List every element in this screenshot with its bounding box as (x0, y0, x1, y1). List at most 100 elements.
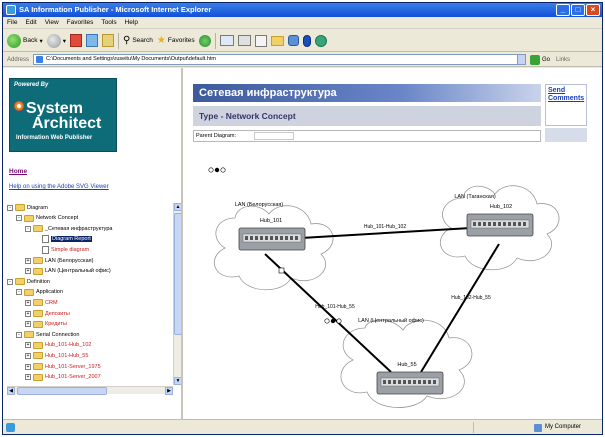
tree-item[interactable]: + LAN (Белорусская) (25, 256, 93, 265)
parent-diagram-row: Parent Diagram: (193, 130, 541, 142)
tree-item[interactable]: + Депозиты (25, 309, 70, 318)
research-icon[interactable] (314, 34, 327, 47)
tree-vertical-scrollbar[interactable]: ▲ ▼ (173, 203, 181, 385)
collapse-icon[interactable]: - (25, 225, 31, 232)
scroll-down-arrow-icon[interactable]: ▼ (174, 377, 181, 385)
close-button[interactable]: × (586, 4, 600, 16)
link-handle[interactable] (278, 267, 285, 274)
tree-item[interactable]: Simple diagram (34, 245, 89, 254)
tree-item[interactable]: - Application (16, 288, 63, 297)
zoom-dot[interactable] (324, 318, 330, 324)
tree-item[interactable]: + Hub_101-Server_1975 (25, 362, 101, 371)
tree-item[interactable]: + Hub_101-Hub_55 (25, 351, 88, 360)
tree-item[interactable]: - Serial Connection (16, 330, 79, 339)
tree-item[interactable]: - Definition (7, 277, 50, 286)
collapse-icon[interactable]: - (16, 331, 22, 338)
scroll-left-arrow-icon[interactable]: ◀ (7, 387, 15, 395)
zoom-dot[interactable] (214, 167, 220, 173)
favorites-label: Favorites (167, 37, 195, 44)
tree-item[interactable]: - Diagram (7, 203, 48, 212)
expand-icon[interactable]: + (25, 363, 31, 370)
back-button[interactable]: Back ▾ (7, 32, 43, 50)
expand-icon[interactable]: + (25, 299, 31, 306)
address-bar: Address C:\Documents and Settings\ruseit… (3, 53, 602, 67)
forward-button[interactable]: ▾ (46, 32, 66, 50)
tree-horizontal-scrollbar[interactable]: ◀ ▶ (7, 386, 173, 395)
history-icon[interactable] (198, 34, 211, 47)
expand-icon[interactable]: + (25, 342, 31, 349)
send-comments-link[interactable]: Send Comments (548, 87, 588, 103)
bluetooth-icon[interactable] (302, 34, 311, 47)
expand-icon[interactable]: + (25, 257, 31, 264)
expand-icon[interactable]: + (25, 374, 31, 381)
collapse-icon[interactable]: - (16, 215, 22, 222)
scroll-thumb[interactable] (174, 213, 181, 335)
tree-item[interactable]: - _Сетевая инфраструктура (25, 224, 112, 233)
tree-item[interactable]: + Hub_101-Hub_102 (25, 341, 91, 350)
favorites-button[interactable]: ★ Favorites (157, 32, 195, 50)
scroll-up-arrow-icon[interactable]: ▲ (174, 203, 181, 211)
tree-item[interactable]: + LAN (Центральный офис) (25, 267, 111, 276)
page-icon (36, 56, 44, 63)
search-button[interactable]: ⚲ Search (123, 32, 153, 50)
collapse-icon[interactable]: - (16, 289, 22, 296)
folder-icon (24, 288, 34, 296)
maximize-button[interactable]: □ (571, 4, 585, 16)
messenger-icon[interactable] (287, 35, 299, 46)
zoom-dots-mid[interactable] (324, 318, 342, 324)
expand-icon[interactable]: + (25, 310, 31, 317)
menu-tools[interactable]: Tools (101, 17, 116, 28)
scroll-thumb[interactable] (17, 387, 107, 395)
address-input[interactable]: C:\Documents and Settings\ruseitu\My Doc… (33, 54, 519, 65)
zoom-dot[interactable] (220, 167, 226, 173)
tree-item[interactable]: + Кредиты (25, 320, 67, 329)
tree-item-label: Diagram (27, 204, 48, 211)
stop-icon[interactable] (69, 34, 82, 47)
go-button[interactable]: Go (530, 54, 550, 65)
menu-help[interactable]: Help (125, 17, 138, 28)
folder-icon (33, 257, 43, 264)
page-done-icon (6, 423, 15, 432)
cloud-label: LAN (Таганская) (454, 194, 496, 200)
mail-icon[interactable] (219, 35, 234, 46)
expand-icon[interactable]: + (25, 321, 31, 328)
hub-label: Hub_101 (260, 218, 282, 224)
menu-favorites[interactable]: Favorites (67, 17, 94, 28)
tree-item-label: CRM (45, 299, 58, 306)
minimize-button[interactable]: _ (556, 4, 570, 16)
folder-icon (33, 225, 43, 233)
zoom-dot[interactable] (330, 318, 336, 324)
network-diagram[interactable]: LAN (Белорусская) LAN (Таганская) LAN (Ц… (195, 158, 595, 418)
home-icon[interactable] (101, 34, 114, 47)
expand-icon[interactable]: + (25, 352, 31, 359)
tree-item[interactable]: Diagram Report (34, 235, 92, 244)
menu-bar: File Edit View Favorites Tools Help (3, 17, 602, 29)
home-link[interactable]: Home (9, 168, 27, 175)
print-icon[interactable] (237, 35, 251, 46)
refresh-icon[interactable] (85, 34, 98, 47)
zoom-dot[interactable] (208, 167, 214, 173)
scroll-right-arrow-icon[interactable]: ▶ (165, 387, 173, 395)
address-dropdown-button[interactable] (517, 54, 527, 65)
folder-icon[interactable] (270, 35, 284, 46)
expand-icon[interactable]: + (25, 268, 31, 275)
tree-item[interactable]: - Network Concept (16, 214, 78, 223)
folder-icon (33, 341, 43, 349)
links-button[interactable]: Links (556, 57, 570, 63)
svg-help-link[interactable]: Help on using the Adobe SVG Viewer (9, 184, 109, 190)
menu-edit[interactable]: Edit (25, 17, 36, 28)
tree-item-label: Hub_101-Server_2007 (45, 374, 101, 381)
folder-icon (15, 204, 25, 211)
zoom-dots-top[interactable] (208, 167, 226, 173)
collapse-icon[interactable]: - (7, 278, 13, 285)
menu-view[interactable]: View (45, 17, 59, 28)
tree-item[interactable]: + Hub_101-Server_2007 (25, 373, 101, 382)
zoom-dot[interactable] (336, 318, 342, 324)
star-icon: ★ (156, 35, 166, 46)
menu-file[interactable]: File (7, 17, 17, 28)
diagram-frame: Сетевая инфраструктура Type - Network Co… (185, 68, 602, 419)
collapse-icon[interactable]: - (7, 204, 13, 211)
edit-page-icon[interactable] (254, 34, 267, 47)
system-architect-logo: Powered By System Architect Information … (9, 78, 117, 152)
tree-item[interactable]: + CRM (25, 298, 58, 307)
